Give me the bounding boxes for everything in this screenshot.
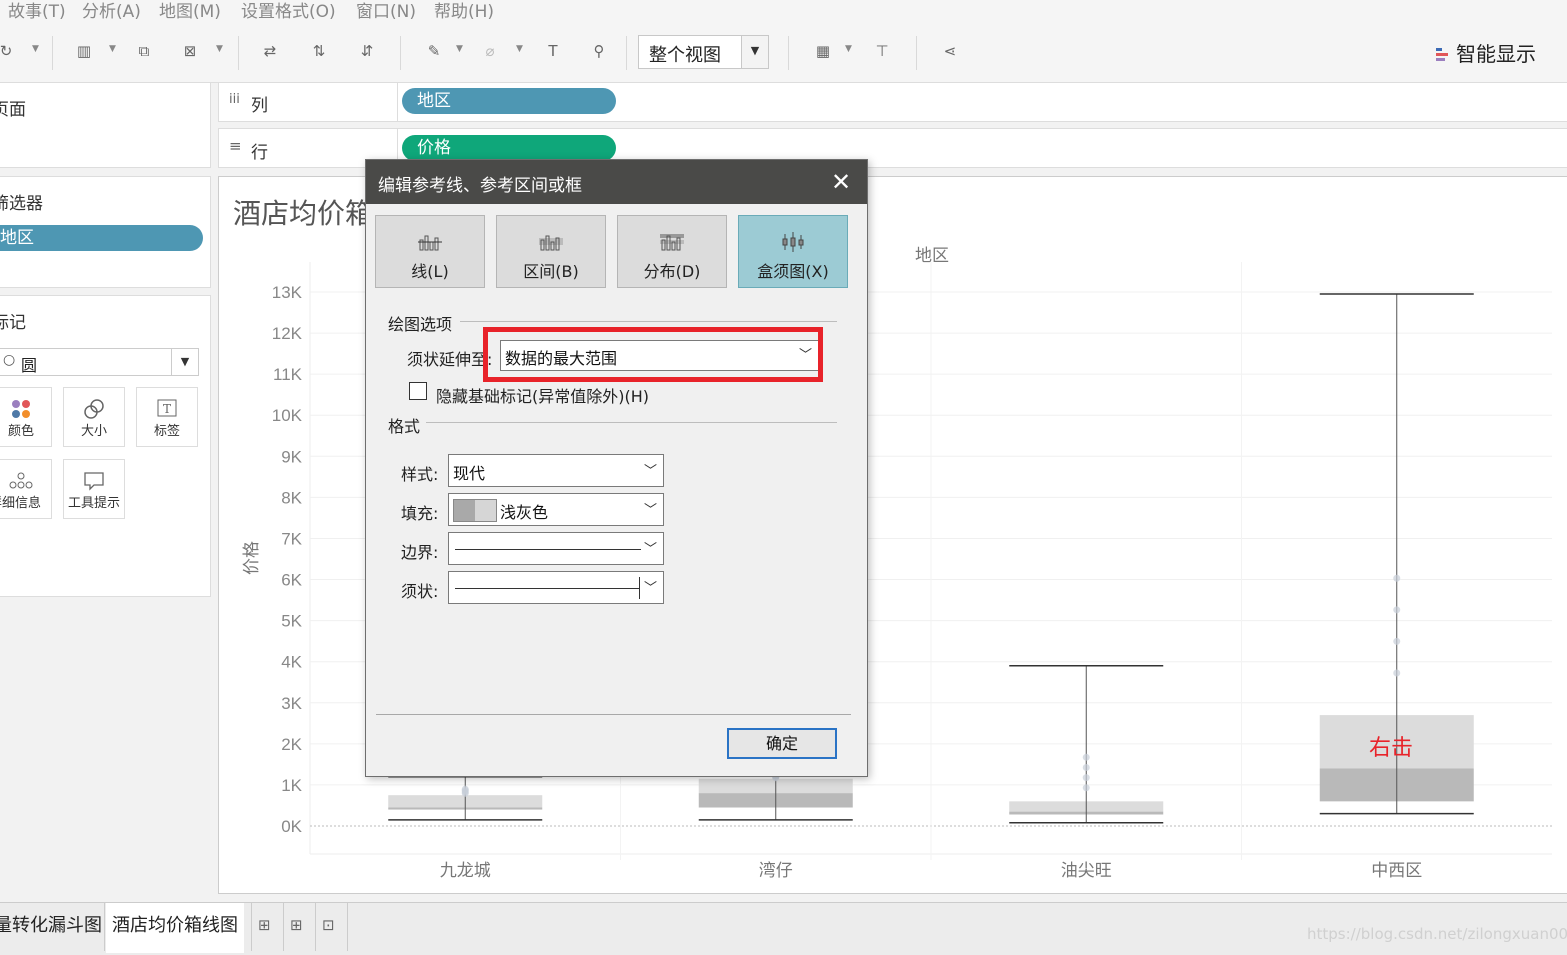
dialog-titlebar: 编辑参考线、参考区间或框 ✕ [366,160,867,204]
x-category-label: 九龙城 [440,861,491,881]
section-divider [426,422,837,423]
right-click-annotation: 右击 [1369,735,1413,760]
y-tick-label: 5K [281,612,302,631]
data-point [1082,763,1090,771]
ok-button[interactable]: 确定 [727,728,837,759]
data-point [1393,574,1401,582]
highlight-box [483,327,823,382]
data-point [1082,774,1090,782]
tab-divider [251,903,252,951]
tab-band[interactable]: 区间(B) [496,215,606,288]
band-chart-icon [539,235,563,251]
tab-distribution[interactable]: 分布(D) [617,215,727,288]
new-dashboard-icon[interactable]: ⊞ [290,916,303,934]
footer-divider [376,714,851,715]
dialog-title: 编辑参考线、参考区间或框 [378,176,582,196]
tab-line[interactable]: 线(L) [375,215,485,288]
box-plot-icon [782,232,804,252]
whisker-format-label: 须状: [401,582,439,601]
x-axis-title: 地区 [915,246,949,266]
line-chart-icon [418,235,442,251]
chevron-down-icon: ﹀ [643,503,657,518]
x-category-label: 油尖旺 [1061,861,1112,881]
y-tick-label: 3K [281,694,302,713]
y-tick-label: 0K [281,817,302,836]
whisker-line-preview [455,588,639,589]
tab-band-label: 区间(B) [523,262,579,281]
data-point [1393,669,1401,677]
x-category-label: 中西区 [1371,861,1422,881]
section-divider [460,321,837,322]
watermark: https://blog.csdn.net/zilongxuan008 [1307,925,1567,943]
fill-swatch [453,499,497,522]
border-line-preview [455,549,641,550]
x-category-label: 湾仔 [759,861,793,881]
tab-divider [283,903,284,951]
data-point [1393,606,1401,614]
y-tick-label: 13K [272,283,303,302]
data-point [1082,753,1090,761]
new-story-icon[interactable]: ⊡ [322,916,335,934]
whisker-format-select[interactable]: ﹀ [448,571,664,604]
y-tick-label: 4K [281,653,302,672]
fill-select[interactable]: 浅灰色 ﹀ [448,493,664,526]
tab-box-plot[interactable]: 盒须图(X) [738,215,848,288]
chevron-down-icon: ﹀ [643,581,657,596]
whisker-extend-label: 须状延伸至: [407,350,493,369]
fill-value: 浅灰色 [500,503,549,522]
tab-line-label: 线(L) [411,262,449,281]
distribution-chart-icon [660,234,684,251]
y-tick-label: 10K [272,406,303,425]
y-tick-label: 11K [273,365,303,384]
data-point [1393,637,1401,645]
tab-divider [315,903,316,951]
y-axis-title: 价格 [242,541,262,575]
sheet-tab-boxplot[interactable]: 酒店均价箱线图 [106,903,244,953]
format-heading: 格式 [388,417,421,436]
y-tick-label: 6K [281,571,302,590]
tab-distribution-label: 分布(D) [643,262,701,281]
border-label: 边界: [401,543,439,562]
whisker-end-preview [639,577,640,599]
style-value: 现代 [453,464,486,483]
y-tick-label: 7K [281,529,302,548]
y-tick-label: 9K [281,447,302,466]
style-select[interactable]: 现代 ﹀ [448,454,664,487]
box-1 [388,775,543,821]
hide-marks-checkbox[interactable] [409,382,427,400]
tab-divider [347,903,348,951]
chevron-down-icon: ﹀ [643,542,657,557]
style-label: 样式: [401,465,439,484]
tab-box-plot-label: 盒须图(X) [757,262,829,281]
edit-reference-dialog: 编辑参考线、参考区间或框 ✕ 线(L) 区间(B) 分布(D) 盒须图(X) 绘… [365,159,868,777]
chevron-down-icon: ﹀ [643,464,657,479]
sheet-tab-funnel[interactable]: 量转化漏斗图 [0,903,108,951]
fill-label: 填充: [401,504,439,523]
close-icon[interactable]: ✕ [829,168,853,196]
data-point [461,785,469,793]
hide-marks-label: 隐藏基础标记(异常值除外)(H) [436,387,650,406]
y-tick-label: 2K [281,735,302,754]
new-worksheet-icon[interactable]: ⊞ [258,916,271,934]
data-point [1082,784,1090,792]
y-tick-label: 1K [281,776,302,795]
y-tick-label: 8K [281,488,302,507]
plot-options-heading: 绘图选项 [388,315,453,334]
tab-divider [104,903,105,951]
border-select[interactable]: ﹀ [448,532,664,565]
y-tick-label: 12K [272,324,303,343]
